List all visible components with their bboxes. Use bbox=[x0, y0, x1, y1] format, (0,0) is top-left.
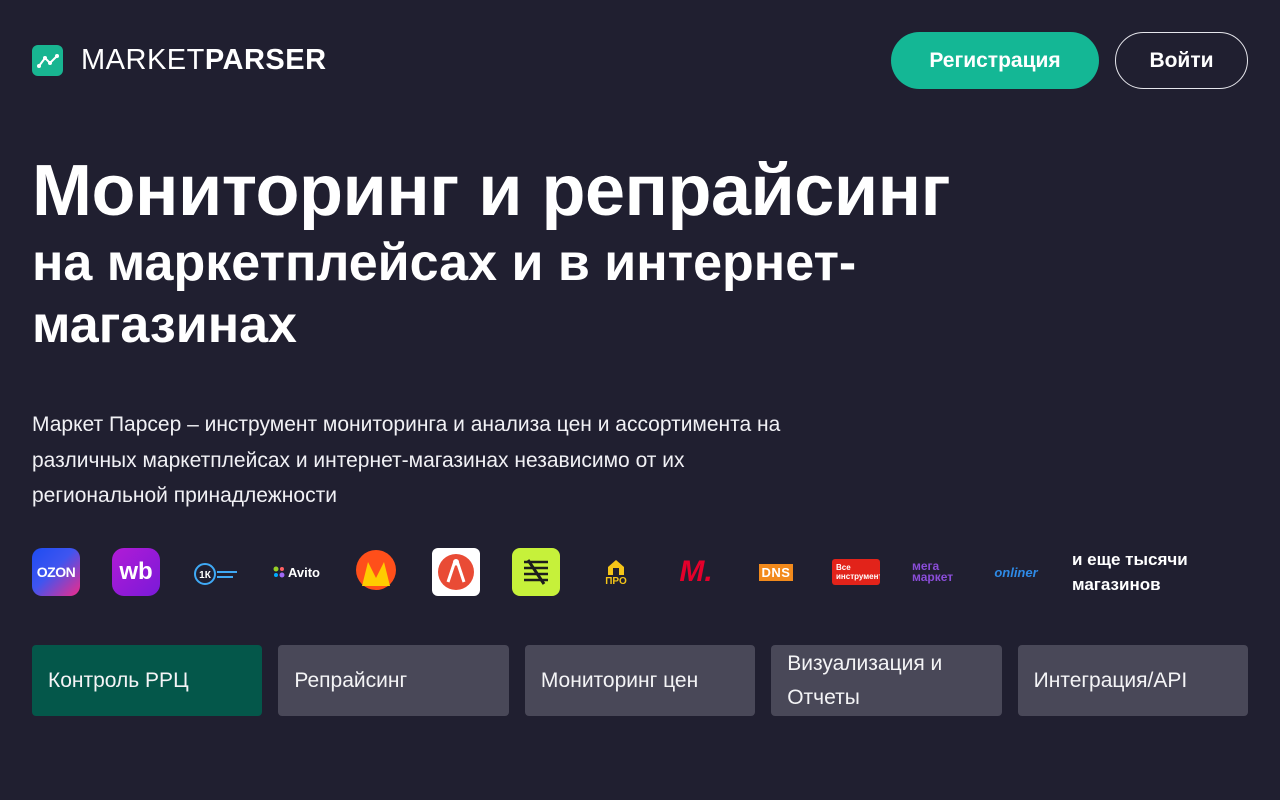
onliner-logo: onliner bbox=[992, 548, 1040, 596]
hero-title-main: Мониторинг и репрайсинг bbox=[32, 151, 951, 231]
hero-description: Маркет Парсер – инструмент мониторинга и… bbox=[32, 413, 781, 507]
megamarket-text: мега маркет bbox=[912, 559, 954, 584]
header-actions: Регистрация Войти bbox=[891, 32, 1248, 89]
brand-name-bold: PARSER bbox=[204, 44, 327, 76]
vse-instrumenty-logo: Все инструменты bbox=[832, 548, 880, 596]
tab-price-monitoring[interactable]: Мониторинг цен bbox=[524, 645, 756, 716]
brand-name-light: MARKET bbox=[81, 44, 205, 76]
tab-rrc-control[interactable]: Контроль РРЦ bbox=[32, 645, 263, 716]
apteka-ru-logo bbox=[432, 548, 480, 596]
yandex-market-icon bbox=[356, 550, 396, 590]
mvideo-logo-text: М. bbox=[679, 555, 713, 588]
wildberries-logo-text: wb bbox=[119, 558, 153, 585]
megamarket-logo: мега маркет bbox=[912, 548, 960, 596]
pervyi-vitamin-icon: 1К bbox=[194, 563, 237, 585]
feature-tabs: Контроль РРЦ Репрайсинг Мониторинг цен В… bbox=[32, 645, 1249, 716]
petrovich-pro-text: ПРО bbox=[605, 575, 627, 587]
mvideo-logo: М. bbox=[672, 548, 720, 596]
apteka-ru-icon bbox=[438, 554, 474, 590]
more-shops-text: и еще тысячи магазинов bbox=[1072, 550, 1188, 594]
ozon-logo-text: OZON bbox=[36, 564, 76, 580]
brand-logo[interactable]: MARKETPARSER bbox=[32, 44, 327, 77]
tab-visualization-reports[interactable]: Визуализация и Отчеты bbox=[771, 645, 1002, 716]
wildberries-logo: wb bbox=[112, 548, 160, 596]
petrovich-pro-logo: ПРО bbox=[592, 548, 640, 596]
ozon-logo: OZON bbox=[32, 548, 80, 596]
register-button[interactable]: Регистрация bbox=[891, 32, 1099, 89]
vse-instrumenty-text: Все инструменты bbox=[832, 559, 880, 585]
avito-logo: Avito bbox=[272, 548, 320, 596]
dns-logo-text: DNS bbox=[758, 563, 794, 581]
login-button[interactable]: Войти bbox=[1115, 32, 1248, 89]
tab-repricing[interactable]: Репрайсинг bbox=[278, 645, 509, 716]
pervyi-vitamin-logo: 1К bbox=[192, 548, 240, 596]
dns-logo: DNS bbox=[752, 548, 800, 596]
house-icon bbox=[608, 559, 624, 575]
brand-name: MARKETPARSER bbox=[81, 44, 327, 77]
yandex-market-logo bbox=[352, 548, 400, 596]
vkusvill-logo bbox=[512, 548, 560, 596]
onliner-text: onliner bbox=[994, 564, 1038, 580]
tab-integration-api[interactable]: Интеграция/API bbox=[1017, 645, 1249, 716]
chart-line-icon bbox=[32, 45, 63, 76]
site-header: MARKETPARSER Регистрация Войти bbox=[32, 32, 1248, 89]
avito-logo-text: Avito bbox=[287, 564, 320, 580]
hero-subtitle: на маркетплейсах и в интернет-магазинах bbox=[32, 234, 857, 354]
avito-dots-icon bbox=[273, 566, 285, 578]
hero-title: Мониторинг и репрайсинг на маркетплейсах… bbox=[32, 150, 1132, 356]
pervyi-vitamin-text: 1К bbox=[199, 570, 212, 581]
marketplace-logos: OZON wb 1К Avito ПРО М. DNS Все инструме… bbox=[32, 548, 1212, 596]
vkusvill-icon bbox=[524, 559, 548, 585]
